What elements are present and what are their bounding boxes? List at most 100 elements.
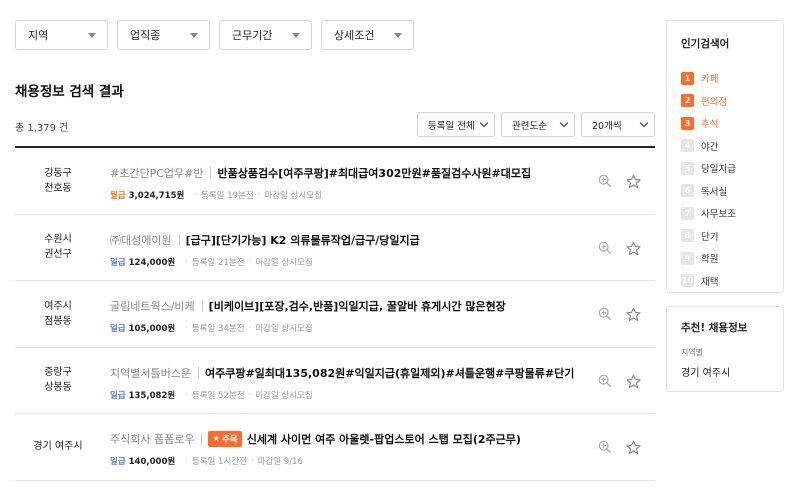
company-name[interactable]: 주식회사 폼폼로우 [110, 431, 194, 447]
job-list: 강동구 천호동 #초간단PC업무#반 반품상품검수[여주쿠팡]#최대급여302만원#… [15, 146, 655, 481]
location-line: 여주시 [44, 300, 72, 312]
result-count: 총 1,379 건 [15, 123, 69, 134]
row-actions [598, 440, 641, 455]
filter-job-type[interactable]: 업직종 [117, 20, 210, 50]
keyword-item[interactable]: 1 카페 [681, 67, 769, 90]
job-meta: 일급 105,000원 · 등록일 34분전 · 마감일 상시모집 [110, 322, 313, 334]
keyword-rank: 3 [681, 116, 694, 130]
filter-work-period[interactable]: 근무기간 [219, 20, 312, 50]
filter-label: 상세조건 [334, 29, 375, 42]
company-name[interactable]: #초간단PC업무#반 [110, 165, 203, 181]
keyword-text: 학원 [701, 254, 719, 266]
divider [201, 300, 203, 312]
recommended-jobs-panel: 추천! 채용정보 지역별 경기 여주시 [666, 306, 784, 392]
row-actions [598, 307, 641, 322]
zoom-in-icon[interactable] [598, 440, 612, 454]
job-row[interactable]: 중랑구 상봉동 지역별서틀버스운 여주쿠팡#일최대135,082원#익일지급(휴일제… [15, 348, 655, 414]
sort-date-select[interactable]: 등록일 전체 [417, 112, 495, 137]
location-line: 강동구 [44, 167, 72, 179]
job-meta: 일급 140,000원 · 등록일 1시간전 · 마감일 9/16 [110, 455, 303, 467]
job-title[interactable]: 신세계 사이먼 여주 아울렛-팝업스토어 스탭 모집(2주근무) [247, 431, 521, 447]
job-title[interactable]: [급구][단기가능] K2 의류물류작업/급구/당일지급 [186, 232, 420, 248]
keyword-rank: 6 [681, 184, 694, 198]
company-name[interactable]: 지역별서틀버스운 [110, 365, 191, 381]
star-icon[interactable] [626, 440, 641, 455]
recommended-region-link[interactable]: 경기 여주시 [681, 364, 769, 379]
caret-down-icon [394, 32, 402, 38]
registered-time: 등록일 52분전 [191, 390, 245, 401]
divider [201, 433, 203, 445]
recommended-title: 추천! 채용정보 [681, 322, 748, 334]
keyword-item[interactable]: 9 학원 [681, 247, 769, 270]
job-row[interactable]: 수원시 권선구 ㈜대성에이원 [급구][단기가능] K2 의류물류작업/급구/당일지… [15, 215, 655, 281]
keyword-rank: 2 [681, 94, 694, 108]
job-meta: 월급 3,024,715원 · 등록일 19분전 · 마감일 상시모집 [110, 189, 322, 201]
filter-details[interactable]: 상세조건 [321, 20, 414, 50]
deadline: 마감일 상시모집 [264, 191, 322, 201]
star-icon[interactable] [626, 374, 641, 389]
filter-label: 지역 [28, 29, 49, 42]
dot-separator: · [185, 256, 188, 267]
job-row[interactable]: 경기 여주시 주식회사 폼폼로우 ★ 주목 신세계 사이먼 여주 아울렛-팝업스토어 … [15, 414, 655, 481]
dot-separator: · [257, 190, 261, 200]
job-title[interactable]: 여주쿠팡#일최대135,082원#익일지급(휴일제외)#셔틀운행#쿠팡물류#단기 [205, 365, 574, 381]
keyword-item[interactable]: 2 편의점 [681, 90, 769, 113]
pay-type: 일급 [110, 390, 126, 401]
keyword-text: 편의점 [701, 96, 728, 108]
zoom-in-icon[interactable] [598, 241, 612, 255]
zoom-in-icon[interactable] [598, 307, 612, 321]
keyword-text: 사무보조 [701, 209, 736, 221]
sort-order-select[interactable]: 관련도순 [501, 112, 575, 137]
location-line: 상봉동 [44, 382, 72, 394]
dot-separator: · [250, 456, 254, 466]
job-title[interactable]: 반품상품검수[여주쿠팡]#최대급여302만원#품질검수사원#대모집 [217, 165, 531, 181]
keyword-item[interactable]: 10 재택 [681, 270, 769, 293]
popular-keywords-title: 인기검색어 [681, 38, 730, 50]
recommended-label: 지역별 [681, 348, 704, 357]
keyword-rank: 9 [681, 251, 694, 265]
job-row[interactable]: 여주시 점봉동 굴림네트웍스/비케 [비케이브][포장,검수,반품]익일지급, 꿀알… [15, 281, 655, 348]
keyword-item[interactable]: 6 독서실 [681, 180, 769, 203]
chevron-down-icon [479, 118, 489, 128]
divider [210, 167, 212, 179]
sort-label: 20개씩 [592, 120, 622, 132]
dot-separator: · [185, 323, 188, 333]
job-location: 중랑구 상봉동 [15, 348, 101, 414]
keyword-rank: 4 [681, 139, 694, 153]
dot-separator: · [248, 323, 252, 333]
keyword-text: 독서실 [701, 186, 728, 198]
company-name[interactable]: 굴림네트웍스/비케 [110, 298, 195, 314]
keyword-item[interactable]: 4 야간 [681, 135, 769, 158]
company-name[interactable]: ㈜대성에이원 [110, 232, 172, 248]
filter-region[interactable]: 지역 [15, 20, 108, 50]
keyword-text: 재택 [701, 276, 719, 288]
page-size-select[interactable]: 20개씩 [581, 112, 655, 137]
star-icon[interactable] [626, 241, 641, 256]
badge-label: 주목 [222, 435, 238, 445]
deadline: 마감일 상시모집 [255, 390, 313, 401]
dot-separator: · [185, 456, 188, 466]
keyword-text: 카페 [701, 74, 719, 86]
caret-down-icon [292, 32, 300, 38]
dot-separator: · [194, 190, 198, 200]
deadline: 마감일 상시모집 [255, 324, 313, 334]
job-meta: 일급 124,000원 · 등록일 21분전 · 마감일 상시모집 [110, 256, 313, 268]
job-headline: 지역별서틀버스운 여주쿠팡#일최대135,082원#익일지급(휴일제외)#셔틀운행… [110, 365, 574, 381]
keyword-item[interactable]: 3 추석 [681, 112, 769, 135]
job-headline: ㈜대성에이원 [급구][단기가능] K2 의류물류작업/급구/당일지급 [110, 232, 420, 248]
keyword-item[interactable]: 7 사무보조 [681, 202, 769, 225]
job-title[interactable]: [비케이브][포장,검수,반품]익일지급, 꿀알바 휴게시간 많은현장 [209, 298, 506, 314]
job-row[interactable]: 강동구 천호동 #초간단PC업무#반 반품상품검수[여주쿠팡]#최대급여302만원#… [15, 148, 655, 215]
job-meta: 일급 135,082원 · 등록일 52분전 · 마감일 상시모집 [110, 389, 313, 401]
star-icon[interactable] [626, 174, 641, 189]
location-line: 수원시 [44, 234, 72, 246]
star-icon[interactable] [626, 307, 641, 322]
zoom-in-icon[interactable] [598, 174, 612, 188]
zoom-in-icon[interactable] [598, 374, 612, 388]
keyword-item[interactable]: 5 당일지급 [681, 157, 769, 180]
pay-amount: 105,000원 [128, 324, 176, 334]
job-headline: 주식회사 폼폼로우 ★ 주목 신세계 사이먼 여주 아울렛-팝업스토어 스탭 모집(2… [110, 431, 521, 447]
featured-badge: ★ 주목 [208, 431, 242, 447]
keyword-item[interactable]: 8 단기 [681, 225, 769, 248]
registered-time: 등록일 19분전 [201, 191, 254, 201]
